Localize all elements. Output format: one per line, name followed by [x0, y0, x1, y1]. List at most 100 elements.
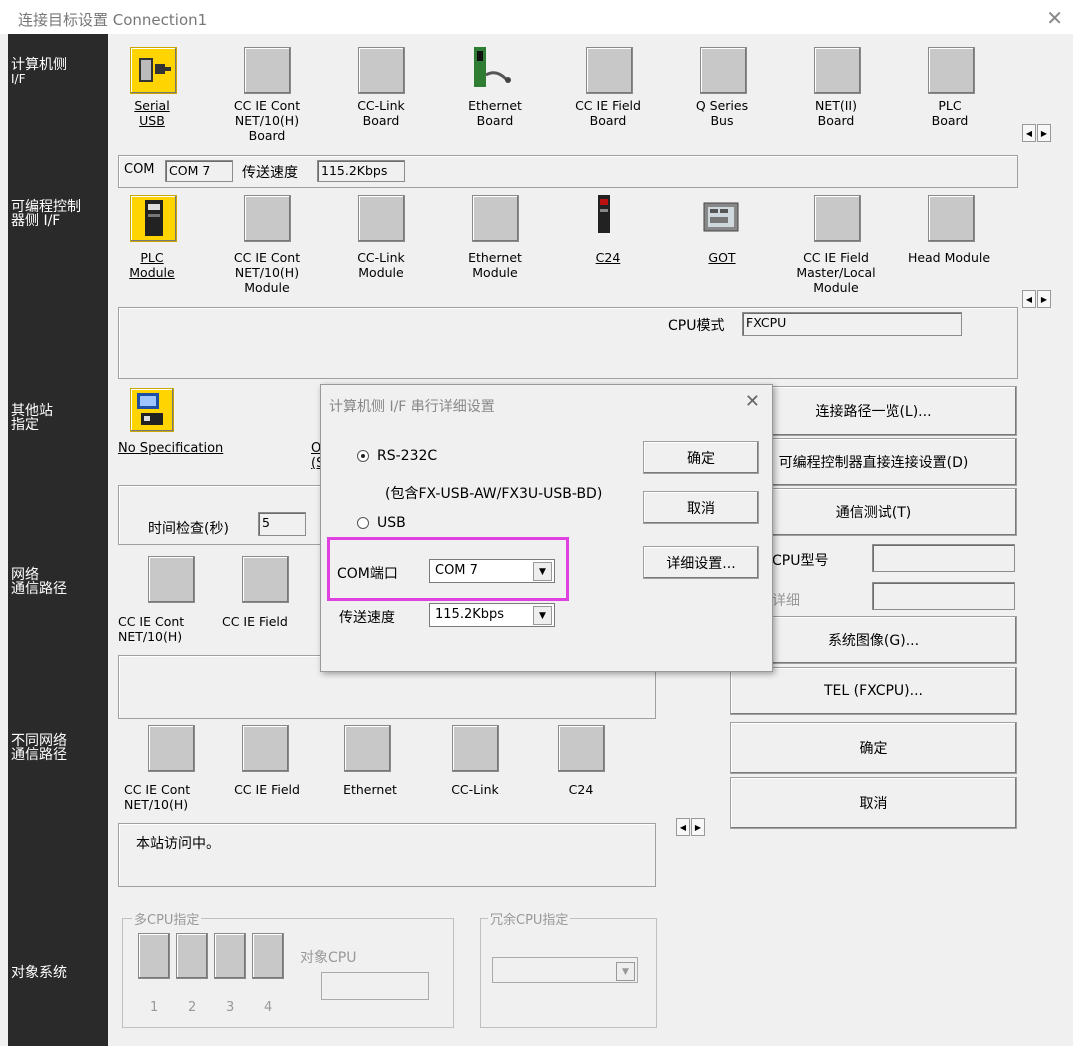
redundant-cpu-title: 冗余CPU指定	[488, 909, 571, 928]
route-list-button[interactable]: 连接路径一览(L)...	[730, 386, 1017, 436]
com-label: COM	[124, 162, 155, 177]
no-specification-icon[interactable]	[130, 388, 174, 432]
diff-network-label: C24	[568, 782, 594, 797]
network-label: CC IE Field	[222, 614, 288, 629]
diff-network-label: CC IE Cont NET/10(H)	[124, 782, 191, 812]
pc-if-label: CC IE Cont NET/10(H) Board	[233, 98, 301, 143]
dialog-cancel-button[interactable]: 取消	[643, 491, 759, 524]
plc-if-label: PLC Module	[129, 250, 175, 280]
ethernet-module-icon[interactable]	[472, 195, 519, 242]
pc-if-label: Ethernet Board	[468, 98, 522, 128]
dialog-speed-label: 传送速度	[339, 610, 395, 626]
plc-if-label: CC IE Field Master/Local Module	[796, 250, 876, 295]
cc-ie-cont-board-icon[interactable]	[244, 47, 291, 94]
plc-if-scroll[interactable]: ◀ ▶	[1022, 290, 1052, 308]
cancel-button[interactable]: 取消	[730, 777, 1017, 829]
cc-ie-field-master-local-icon[interactable]	[814, 195, 861, 242]
cpu-num: 4	[264, 1000, 273, 1015]
got-icon[interactable]	[700, 195, 745, 240]
radio-selected-icon[interactable]	[357, 450, 369, 462]
close-icon[interactable]: ✕	[1046, 6, 1063, 30]
sidebar-label-target-system: 对象系统	[11, 965, 67, 981]
network-cc-ie-field-icon[interactable]	[242, 556, 289, 603]
pc-if-label: NET(II) Board	[814, 98, 857, 128]
time-check-label: 时间检查(秒)	[148, 521, 229, 537]
network-cc-ie-cont-icon[interactable]	[148, 556, 195, 603]
pc-if-label: CC-Link Board	[357, 98, 405, 128]
cpu-num: 2	[188, 1000, 197, 1015]
cpu-3-button[interactable]	[214, 933, 246, 979]
comm-test-button[interactable]: 通信测试(T)	[730, 488, 1017, 536]
cpu-4-button[interactable]	[252, 933, 284, 979]
pc-if-label: Serial USB	[134, 98, 170, 128]
ethernet-board-icon[interactable]	[472, 47, 517, 92]
sidebar-label-plc-if: 可编程控制 器侧 I/F	[11, 199, 81, 229]
ok-button[interactable]: 确定	[730, 722, 1017, 774]
pc-if-label: PLC Board	[931, 98, 969, 128]
c24-icon[interactable]	[586, 195, 631, 240]
dialog-close-icon[interactable]: ✕	[745, 391, 760, 412]
speed-select[interactable]: 115.2Kbps ▼	[429, 603, 555, 627]
plc-if-label: GOT	[708, 250, 736, 265]
chevron-down-icon[interactable]: ▼	[533, 606, 552, 625]
cpu-2-button[interactable]	[176, 933, 208, 979]
target-cpu-input[interactable]	[321, 972, 429, 1000]
diff-cc-ie-cont-icon[interactable]	[148, 725, 195, 772]
sidebar	[8, 34, 108, 1046]
plc-if-label: Ethernet Module	[468, 250, 522, 280]
redundant-cpu-select[interactable]: ▼	[492, 957, 638, 983]
cpu-mode-value: FXCPU	[742, 312, 962, 336]
plc-if-label: Head Module	[907, 250, 991, 265]
com-value: COM 7	[165, 160, 233, 182]
pc-if-label: Q Series Bus	[695, 98, 749, 128]
diff-cc-ie-field-icon[interactable]	[242, 725, 289, 772]
cc-link-module-icon[interactable]	[358, 195, 405, 242]
diff-network-label: Ethernet	[343, 782, 397, 797]
pc-if-label: CC IE Field Board	[575, 98, 641, 128]
sidebar-label-network-route: 网络 通信路径	[11, 567, 67, 597]
plc-direct-connect-button[interactable]: 可编程控制器直接连接设置(D)	[730, 438, 1017, 486]
com-port-select[interactable]: COM 7 ▼	[429, 559, 555, 583]
net-ii-board-icon[interactable]	[814, 47, 861, 94]
sidebar-label-pc-if: 计算机侧 I/F	[11, 57, 67, 86]
cc-ie-field-board-icon[interactable]	[586, 47, 633, 94]
rs232c-radio[interactable]: RS-232C	[357, 448, 437, 464]
cc-link-board-icon[interactable]	[358, 47, 405, 94]
no-specification-label[interactable]: No Specification	[118, 441, 223, 456]
plc-board-icon[interactable]	[928, 47, 975, 94]
pc-if-scroll[interactable]: ◀ ▶	[1022, 124, 1052, 142]
diff-network-label: CC IE Field	[234, 782, 300, 797]
detail-label: 详细	[772, 593, 800, 609]
status-message: 本站访问中。	[136, 836, 220, 852]
serial-usb-icon[interactable]	[130, 47, 177, 94]
diff-network-scroll[interactable]: ◀ ▶	[676, 818, 706, 836]
q-series-bus-icon[interactable]	[700, 47, 747, 94]
time-check-input[interactable]: 5	[258, 512, 306, 536]
cc-ie-cont-module-icon[interactable]	[244, 195, 291, 242]
speed-value: 115.2Kbps	[317, 160, 405, 182]
head-module-icon[interactable]	[928, 195, 975, 242]
dialog-ok-button[interactable]: 确定	[643, 441, 759, 474]
detail-value	[872, 582, 1015, 610]
diff-c24-icon[interactable]	[558, 725, 605, 772]
plc-if-label: CC-Link Module	[357, 250, 405, 280]
speed-label: 传送速度	[242, 165, 298, 181]
radio-unselected-icon[interactable]	[357, 517, 369, 529]
dialog-detail-button[interactable]: 详细设置...	[643, 546, 759, 579]
window-title: 连接目标设置 Connection1	[18, 11, 208, 29]
plc-module-icon[interactable]	[130, 195, 177, 242]
sidebar-label-diff-network-route: 不同网络 通信路径	[11, 733, 67, 763]
usb-radio[interactable]: USB	[357, 515, 406, 531]
chevron-down-icon[interactable]: ▼	[533, 562, 552, 581]
cpu-1-button[interactable]	[138, 933, 170, 979]
serial-detail-dialog: 计算机侧 I/F 串行详细设置 ✕ RS-232C (包含FX-USB-AW/F…	[320, 384, 773, 672]
network-label: CC IE Cont NET/10(H)	[118, 614, 185, 644]
tel-fxcpu-button[interactable]: TEL (FXCPU)...	[730, 667, 1017, 715]
system-image-button[interactable]: 系统图像(G)...	[730, 616, 1017, 664]
diff-ethernet-icon[interactable]	[344, 725, 391, 772]
cpu-mode-label: CPU模式	[668, 318, 725, 334]
dialog-title: 计算机侧 I/F 串行详细设置	[329, 399, 495, 415]
diff-cc-link-icon[interactable]	[452, 725, 499, 772]
sidebar-label-other-station: 其他站 指定	[11, 403, 53, 433]
cpu-type-label: CPU型号	[772, 553, 829, 569]
